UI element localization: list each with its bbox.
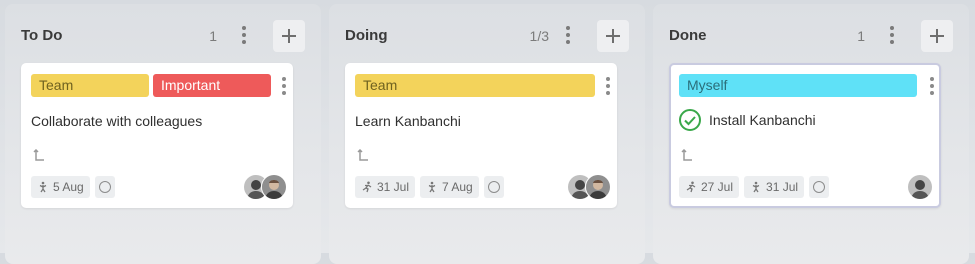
column-todo: To Do 1 Team Important Collaborate with …	[5, 4, 321, 264]
card-title: Collaborate with colleagues	[31, 113, 203, 129]
card-count: 1	[209, 28, 217, 44]
column-title: Done	[669, 27, 707, 44]
add-card-button[interactable]	[597, 20, 629, 52]
start-date-chip[interactable]: 27 Jul	[679, 176, 740, 198]
checklist-chip[interactable]	[483, 176, 504, 198]
avatar[interactable]	[585, 174, 611, 200]
column-header: Done 1	[669, 20, 953, 52]
circle-icon	[98, 181, 111, 193]
card-count: 1/3	[529, 28, 549, 44]
column-header: To Do 1	[21, 20, 305, 52]
tag-myself[interactable]: Myself	[679, 74, 917, 97]
avatar[interactable]	[261, 174, 287, 200]
due-date-chip[interactable]: 5 Aug	[31, 176, 90, 198]
tag-important[interactable]: Important	[153, 74, 271, 97]
column-header: Doing 1/3	[345, 20, 629, 52]
card-collaborate[interactable]: Team Important Collaborate with colleagu…	[21, 63, 293, 208]
card-footer: 27 Jul 31 Jul	[679, 176, 830, 198]
card-menu-icon[interactable]	[929, 77, 935, 98]
assignees	[243, 174, 287, 200]
column-title: Doing	[345, 27, 388, 44]
due-date-icon	[752, 181, 760, 193]
completed-check-icon[interactable]	[679, 109, 701, 131]
due-date-icon	[428, 181, 436, 193]
subcard-icon	[33, 149, 44, 161]
start-date-icon	[362, 181, 372, 193]
plus-icon	[930, 29, 944, 43]
tag-team[interactable]: Team	[355, 74, 595, 97]
subcard-icon	[357, 149, 368, 161]
card-title: Learn Kanbanchi	[355, 113, 461, 129]
due-date-chip[interactable]: 31 Jul	[744, 176, 805, 198]
tag-list: Team	[355, 74, 595, 97]
tag-list: Myself	[679, 74, 917, 97]
avatar[interactable]	[907, 174, 933, 200]
due-date-icon	[39, 181, 47, 193]
column-menu-icon[interactable]	[564, 26, 572, 46]
assignees	[567, 174, 611, 200]
subcard-icon	[681, 149, 692, 161]
card-learn-kanbanchi[interactable]: Team Learn Kanbanchi 31 Jul 7 Aug	[345, 63, 617, 208]
card-footer: 31 Jul 7 Aug	[355, 176, 504, 198]
card-title: Install Kanbanchi	[679, 109, 816, 131]
circle-icon	[813, 181, 826, 193]
plus-icon	[282, 29, 296, 43]
plus-icon	[606, 29, 620, 43]
column-title: To Do	[21, 27, 63, 44]
add-card-button[interactable]	[921, 20, 953, 52]
column-done: Done 1 Myself Install Kanbanchi 27 Jul 3…	[653, 4, 969, 264]
due-date-chip[interactable]: 7 Aug	[420, 176, 479, 198]
checklist-chip[interactable]	[94, 176, 115, 198]
column-menu-icon[interactable]	[888, 26, 896, 46]
circle-icon	[487, 181, 500, 193]
add-card-button[interactable]	[273, 20, 305, 52]
start-date-icon	[686, 181, 696, 193]
card-menu-icon[interactable]	[605, 77, 611, 98]
card-menu-icon[interactable]	[281, 77, 287, 98]
card-count: 1	[857, 28, 865, 44]
start-date-chip[interactable]: 31 Jul	[355, 176, 416, 198]
tag-team[interactable]: Team	[31, 74, 149, 97]
checklist-chip[interactable]	[809, 176, 830, 198]
card-footer: 5 Aug	[31, 176, 115, 198]
column-doing: Doing 1/3 Team Learn Kanbanchi 31 Jul 7 …	[329, 4, 645, 264]
tag-list: Team Important	[31, 74, 271, 97]
card-install-kanbanchi[interactable]: Myself Install Kanbanchi 27 Jul 31 Jul	[669, 63, 941, 208]
column-menu-icon[interactable]	[240, 26, 248, 46]
assignees	[907, 174, 933, 200]
